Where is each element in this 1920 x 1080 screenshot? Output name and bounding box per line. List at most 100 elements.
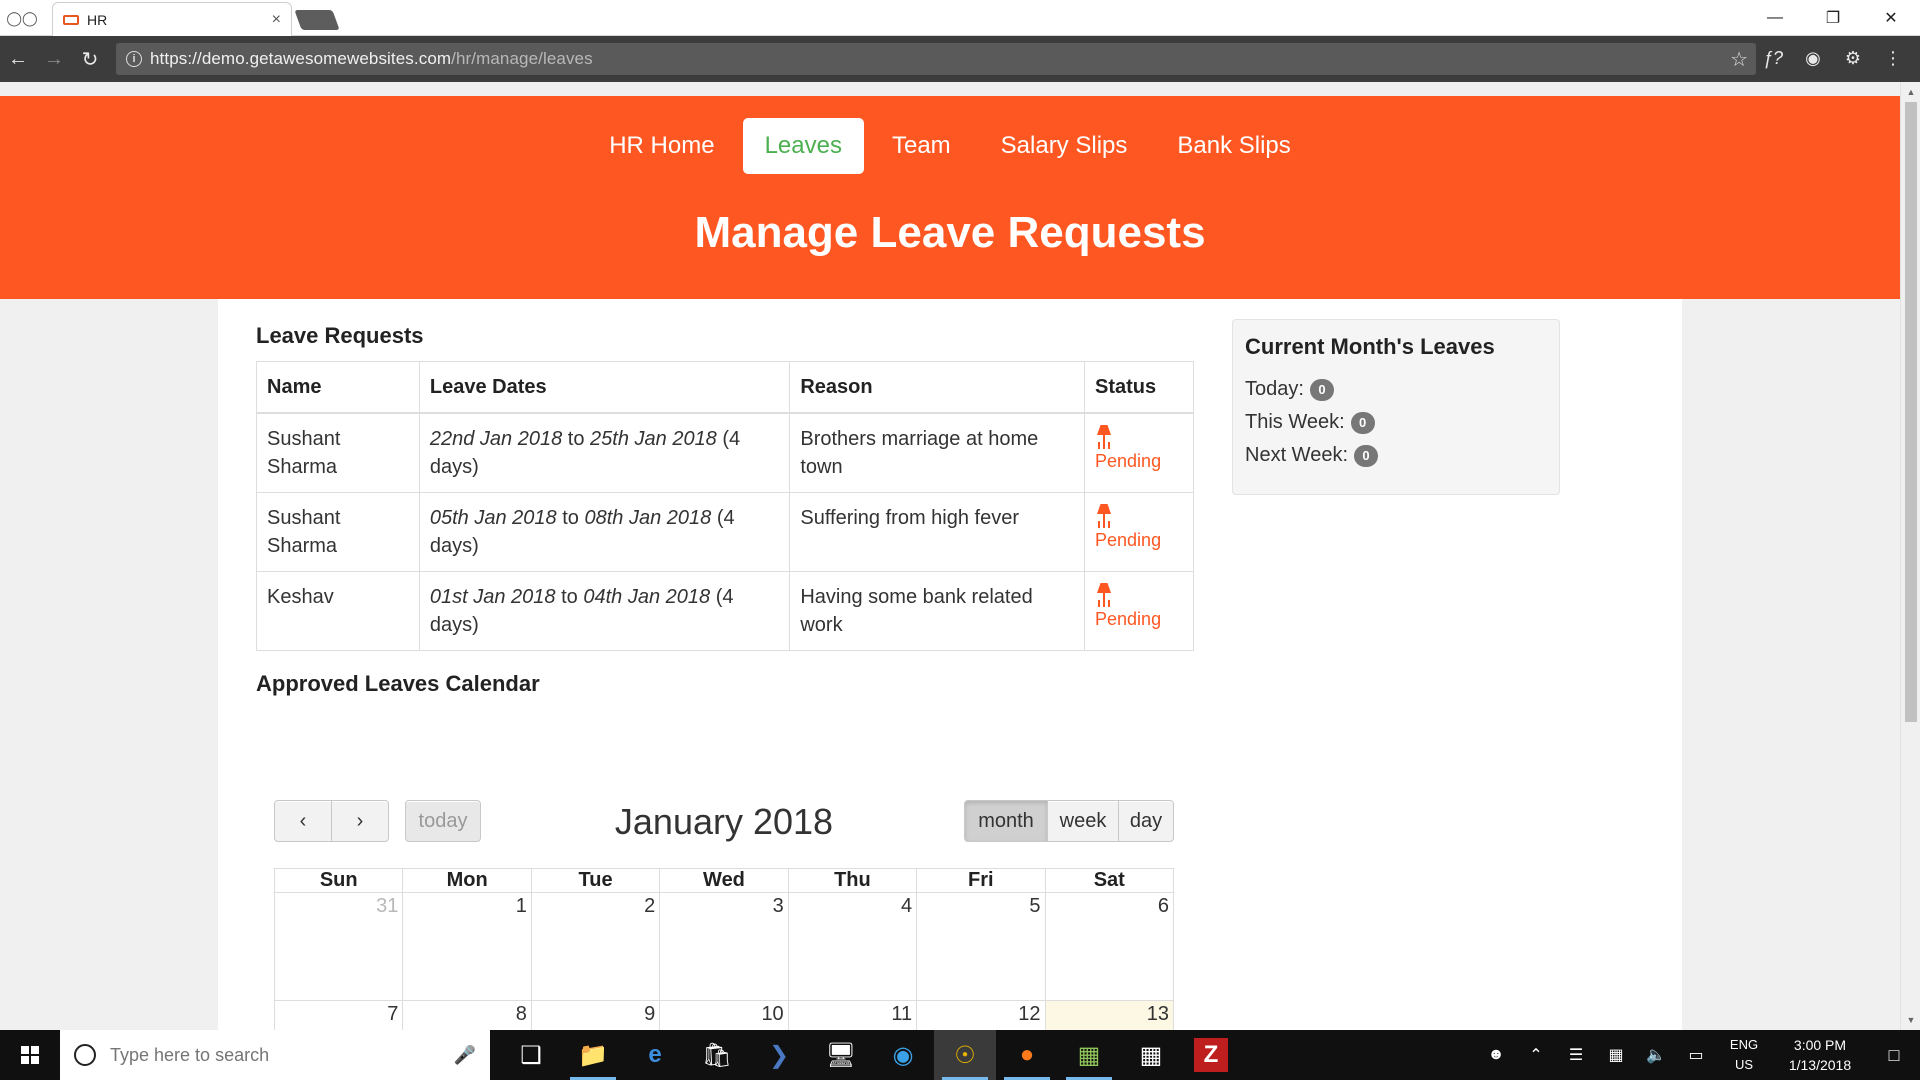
shield-icon[interactable]: ▦ <box>1596 1045 1636 1065</box>
back-arrow-icon[interactable]: ← <box>0 41 36 77</box>
menu-kebab-icon[interactable]: ⋮ <box>1880 44 1906 72</box>
task-view-icon[interactable]: ❑ <box>500 1030 562 1080</box>
tab-close-icon[interactable]: × <box>272 11 281 29</box>
leave-requests-table: Name Leave Dates Reason Status Sushant S… <box>256 361 1194 651</box>
weekday-header: Sun <box>273 868 404 893</box>
language-indicator[interactable]: ENG US <box>1716 1035 1772 1075</box>
chrome-icon[interactable]: ☉ <box>934 1030 996 1080</box>
settings-extension-icon[interactable]: ⚙ <box>1840 44 1866 72</box>
microphone-icon[interactable]: 🎤 <box>454 1045 476 1066</box>
scroll-up-icon[interactable]: ▲ <box>1901 84 1920 100</box>
browser-toolbar: ← → ↻ i https://demo.getawesomewebsites.… <box>0 36 1920 82</box>
language-code: ENG <box>1729 1037 1759 1052</box>
incognito-icon: ◯◯ <box>6 9 38 26</box>
calculator-icon[interactable]: ▦ <box>1120 1030 1182 1080</box>
taskbar-search[interactable]: 🎤 <box>60 1030 490 1080</box>
count-badge: 0 <box>1354 444 1378 467</box>
nav-leaves[interactable]: Leaves <box>742 118 864 174</box>
chevron-up-icon[interactable]: ⌃ <box>1516 1045 1556 1065</box>
calendar-day-cell[interactable]: 6 <box>1044 892 1175 1001</box>
calendar-day-cell[interactable]: 7 <box>273 1000 404 1030</box>
taskbar-apps: ❑ 📁 e 🛍 ❯ 🖥 ◉ ☉ ● ▦ ▦ Z <box>500 1030 1240 1080</box>
font-extension-icon[interactable]: ƒ? <box>1760 44 1786 72</box>
cell-name: Sushant Sharma <box>256 412 420 493</box>
scroll-down-icon[interactable]: ▼ <box>1901 1012 1920 1028</box>
browser-tabstrip: ◯◯ HR × — ❐ ✕ <box>0 0 1920 36</box>
column-header-leave-dates: Leave Dates <box>418 361 791 414</box>
calendar-day-cell[interactable]: 1 <box>402 892 532 1001</box>
calendar-day-cell[interactable]: 2 <box>530 892 661 1001</box>
restore-icon[interactable]: ❐ <box>1804 0 1862 36</box>
calendar-day-cell[interactable]: 3 <box>659 892 789 1001</box>
cell-name: Sushant Sharma <box>256 492 420 572</box>
network-app-icon[interactable]: 🖥 <box>810 1030 872 1080</box>
cell-leave-dates: 01st Jan 2018 to 04th Jan 2018 (4 days) <box>418 571 791 651</box>
address-bar[interactable]: i https://demo.getawesomewebsites.com/hr… <box>116 43 1756 75</box>
taskbar-search-input[interactable] <box>110 1044 454 1066</box>
date-to: 08th Jan 2018 <box>584 507 712 529</box>
calendar-grid: Sun Mon Tue Wed Thu Fri Sat 31 1 2 3 4 5 <box>273 868 1175 1030</box>
column-header-status: Status <box>1084 361 1194 414</box>
info-icon[interactable]: i <box>126 51 142 67</box>
volume-icon[interactable]: 🔈 <box>1636 1045 1676 1065</box>
image-app-icon[interactable]: ▦ <box>1058 1030 1120 1080</box>
table-header-row: Name Leave Dates Reason Status <box>256 361 1194 414</box>
clock-time: 3:00 PM <box>1793 1037 1847 1053</box>
action-center-icon[interactable]: □ <box>1868 1045 1920 1066</box>
filezilla-icon[interactable]: Z <box>1194 1038 1228 1072</box>
table-row: Sushant Sharma 05th Jan 2018 to 08th Jan… <box>256 492 1194 572</box>
calendar-day-cell[interactable]: 4 <box>787 892 918 1001</box>
status-text: Pending <box>1095 530 1162 550</box>
calendar-today-cell[interactable]: 13 <box>1044 1000 1175 1030</box>
edge-browser-icon[interactable]: e <box>624 1030 686 1080</box>
bird-app-icon[interactable]: ◉ <box>872 1030 934 1080</box>
taskbar-clock[interactable]: 3:00 PM 1/13/2018 <box>1772 1035 1868 1075</box>
color-extension-icon[interactable]: ◉ <box>1800 44 1826 72</box>
calendar-day-cell[interactable]: 9 <box>530 1000 661 1030</box>
calendar-week-view-button[interactable]: week <box>1047 800 1119 842</box>
firefox-icon[interactable]: ● <box>996 1030 1058 1080</box>
page-header: HR Home Leaves Team Salary Slips Bank Sl… <box>0 96 1900 299</box>
cell-status[interactable]: Pending <box>1084 412 1194 493</box>
people-icon[interactable]: ☻ <box>1476 1046 1516 1064</box>
nav-hr-home[interactable]: HR Home <box>587 118 736 174</box>
nav-bank-slips[interactable]: Bank Slips <box>1155 118 1312 174</box>
file-explorer-icon[interactable]: 📁 <box>562 1030 624 1080</box>
bookmark-star-icon[interactable]: ☆ <box>1730 47 1748 72</box>
new-tab-button[interactable] <box>294 10 340 30</box>
calendar-next-button[interactable]: › <box>331 800 389 842</box>
calendar-today-button[interactable]: today <box>405 800 481 842</box>
calendar-day-cell[interactable]: 31 <box>273 892 404 1001</box>
calendar-day-cell[interactable]: 10 <box>659 1000 789 1030</box>
calendar-day-view-button[interactable]: day <box>1118 800 1174 842</box>
windows-logo-icon <box>21 1046 39 1064</box>
date-from: 05th Jan 2018 <box>429 507 557 529</box>
cell-name: Keshav <box>256 571 420 651</box>
nav-salary-slips[interactable]: Salary Slips <box>979 118 1150 174</box>
window-controls: — ❐ ✕ <box>1746 0 1920 36</box>
wifi-icon[interactable]: ☰ <box>1556 1045 1596 1065</box>
calendar-prev-button[interactable]: ‹ <box>274 800 332 842</box>
minimize-icon[interactable]: — <box>1746 0 1804 36</box>
calendar-day-cell[interactable]: 11 <box>787 1000 918 1030</box>
nav-team[interactable]: Team <box>870 118 973 174</box>
calendar-month-view-button[interactable]: month <box>964 800 1048 842</box>
store-icon[interactable]: 🛍 <box>686 1030 748 1080</box>
powershell-icon[interactable]: ❯ <box>748 1030 810 1080</box>
calendar-day-cell[interactable]: 8 <box>402 1000 532 1030</box>
browser-tab[interactable]: HR × <box>52 2 292 36</box>
forward-arrow-icon[interactable]: → <box>36 41 72 77</box>
close-window-icon[interactable]: ✕ <box>1862 0 1920 36</box>
current-month-title: Current Month's Leaves <box>1245 334 1495 359</box>
calendar-day-cell[interactable]: 12 <box>916 1000 1046 1030</box>
reload-icon[interactable]: ↻ <box>72 41 108 77</box>
scrollbar-thumb[interactable] <box>1905 102 1917 722</box>
cell-status[interactable]: Pending <box>1084 571 1194 651</box>
start-button[interactable] <box>0 1030 60 1080</box>
calendar-toolbar: ‹ › today January 2018 month week day <box>274 800 1174 844</box>
battery-icon[interactable]: ▭ <box>1676 1045 1716 1065</box>
page-scrollbar[interactable]: ▲ ▼ <box>1900 82 1920 1030</box>
date-to: 25th Jan 2018 <box>590 428 717 450</box>
calendar-day-cell[interactable]: 5 <box>916 892 1046 1001</box>
cell-status[interactable]: Pending <box>1084 492 1194 572</box>
